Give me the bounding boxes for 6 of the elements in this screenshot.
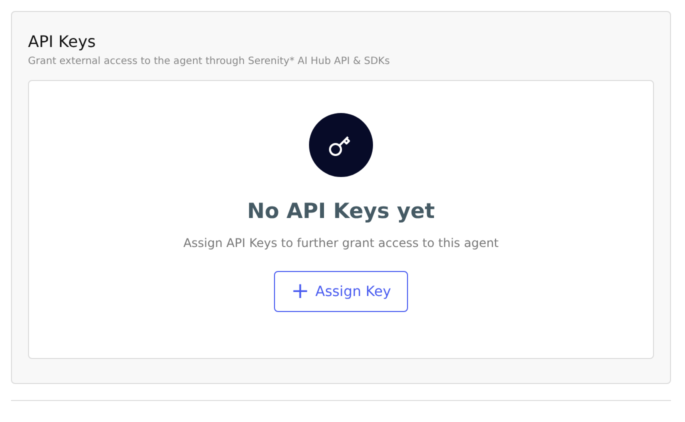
key-icon	[309, 113, 373, 177]
assign-key-button[interactable]: + Assign Key	[274, 271, 408, 312]
empty-state-heading: No API Keys yet	[247, 198, 435, 225]
section-subtitle: Grant external access to the agent through Serenity* AI Hub API & SDKs	[28, 55, 391, 69]
empty-state-description: Assign API Keys to further grant access to this agent	[183, 235, 499, 251]
section-title: API Keys	[28, 32, 97, 52]
